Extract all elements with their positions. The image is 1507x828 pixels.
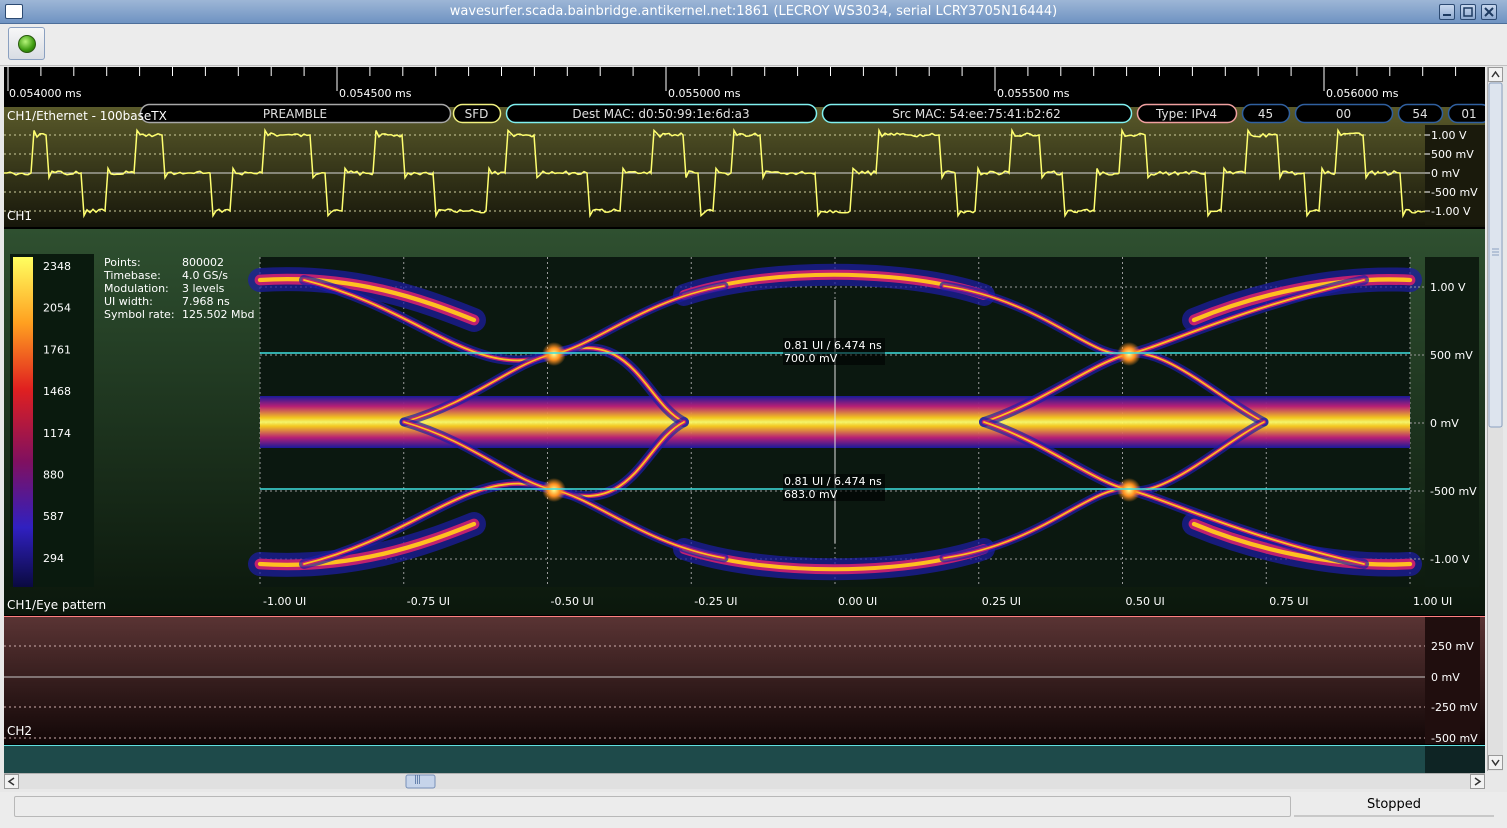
ch1-axis-label: 0 mV [1431, 167, 1460, 180]
eye-axis-label: 0 mV [1430, 417, 1459, 430]
color-scale-label: 1761 [43, 343, 71, 356]
protocol-field-label: PREAMBLE [263, 107, 327, 121]
ch1-axis-label: 1.00 V [1431, 129, 1467, 142]
eye-crossing-hotspot [1117, 342, 1141, 366]
eye-channel-label[interactable]: CH1/Eye pattern [7, 598, 106, 612]
protocol-field-label: Src MAC: 54:ee:75:41:b2:62 [892, 107, 1061, 121]
vertical-scroll-thumb[interactable] [1488, 82, 1503, 428]
ch2-axis-label: 250 mV [1431, 640, 1474, 653]
ch2-channel-label[interactable]: CH2 [7, 724, 32, 738]
eye-x-axis-label: -0.25 UI [694, 595, 737, 608]
timeline-ruler[interactable]: 0.054000 ms 0.054500 ms 0.055000 ms 0.05550… [4, 67, 1485, 105]
eye-info-key: Timebase: [103, 269, 161, 282]
minimize-icon[interactable] [1439, 4, 1455, 20]
eye-info-value: 800002 [182, 256, 224, 269]
ch3-strip [4, 745, 1485, 773]
eye-crossing-hotspot [542, 478, 566, 502]
color-scale-label: 587 [43, 510, 64, 523]
ruler-time-label: 0.055500 ms [997, 87, 1070, 100]
horizontal-scrollbar[interactable]: ||| [4, 773, 1485, 789]
eye-measurement-width: 0.81 UI / 6.474 ns [784, 475, 882, 488]
ruler-background [4, 67, 1485, 105]
ch1-axis-label: -500 mV [1431, 186, 1478, 199]
eye-x-axis-label: 0.25 UI [982, 595, 1021, 608]
window-title: wavesurfer.scada.bainbridge.antikernel.n… [449, 4, 1058, 19]
eye-info-value: 3 levels [182, 282, 225, 295]
status-message-area [14, 796, 1291, 817]
title-bar: wavesurfer.scada.bainbridge.antikernel.n… [0, 0, 1507, 24]
vertical-scrollbar[interactable] [1487, 67, 1503, 771]
eye-info-key: Modulation: [104, 282, 169, 295]
eye-crossing-hotspot [542, 342, 566, 366]
ruler-time-label: 0.056000 ms [1326, 87, 1399, 100]
eye-x-axis-label: 0.00 UI [838, 595, 877, 608]
eye-axis-label: 1.00 V [1430, 281, 1466, 294]
protocol-field-label: 45 [1258, 107, 1273, 121]
run-button[interactable] [8, 27, 45, 60]
eye-x-axis-label: -0.75 UI [407, 595, 450, 608]
eye-axis-label: -500 mV [1430, 485, 1477, 498]
scroll-right-icon[interactable] [1470, 774, 1485, 789]
eye-measurement-height: 683.0 mV [784, 488, 838, 501]
eye-info-value: 125.502 Mbd [182, 308, 254, 321]
ruler-time-label: 0.055000 ms [668, 87, 741, 100]
horizontal-scroll-thumb[interactable] [405, 774, 436, 789]
eye-x-axis-label: 0.75 UI [1269, 595, 1308, 608]
eye-info-key: Points: [104, 256, 141, 269]
ch2-axis-label: -500 mV [1431, 732, 1478, 745]
eye-info-value: 4.0 GS/s [182, 269, 228, 282]
eye-x-axis-label: 0.50 UI [1126, 595, 1165, 608]
ruler-time-label: 0.054000 ms [9, 87, 82, 100]
protocol-field-label: Dest MAC: d0:50:99:1e:6d:a3 [572, 107, 749, 121]
eye-info-value: 7.968 ns [182, 295, 230, 308]
ruler-time-label: 0.054500 ms [339, 87, 412, 100]
maximize-icon[interactable] [1460, 4, 1476, 20]
protocol-field-label: 00 [1336, 107, 1351, 121]
protocol-decode-row: PREAMBLE SFD Dest MAC: d0:50:99:1e:6d:a3 Sr… [139, 103, 1485, 124]
eye-x-axis: -1.00 UI -0.75 UI -0.50 UI -0.25 UI 0.00 UI 0… [263, 595, 1452, 608]
eye-axis-label: 500 mV [1430, 349, 1473, 362]
protocol-field-label: 01 [1461, 107, 1476, 121]
protocol-field-label: 54 [1412, 107, 1427, 121]
eye-measurement-height: 700.0 mV [784, 352, 838, 365]
eye-axis-label: -1.00 V [1430, 553, 1470, 566]
color-scale-label: 880 [43, 469, 64, 482]
eye-info-key: UI width: [104, 295, 153, 308]
protocol-field-label: SFD [465, 107, 489, 121]
color-scale-label: 2054 [43, 302, 71, 315]
eye-x-axis-label: 1.00 UI [1413, 595, 1452, 608]
ch1-channel-label[interactable]: CH1 [7, 209, 32, 223]
acquisition-status: Stopped [1294, 795, 1494, 817]
scroll-thumb-grip: ||| [414, 775, 421, 785]
eye-crossing-hotspot [1117, 478, 1141, 502]
eye-color-bar [13, 257, 33, 587]
green-led-icon [18, 35, 36, 53]
ch2-background [4, 616, 1485, 744]
scroll-down-icon[interactable] [1488, 755, 1503, 770]
ch3-axis-box [1425, 746, 1485, 773]
ch1-decode-label[interactable]: CH1/Ethernet - 100baseTX [7, 109, 167, 123]
protocol-field-label: Type: IPv4 [1155, 107, 1217, 121]
eye-x-axis-label: -0.50 UI [551, 595, 594, 608]
ch2-y-axis[interactable]: 250 mV 0 mV -250 mV -500 mV [1425, 617, 1480, 745]
status-bar: Stopped [0, 792, 1507, 828]
ch1-axis-label: -1.00 V [1431, 205, 1471, 218]
color-scale-label: 294 [43, 552, 64, 565]
eye-info-key: Symbol rate: [104, 308, 175, 321]
ch1-y-axis[interactable]: 1.00 V 500 mV 0 mV -500 mV -1.00 V [1425, 125, 1485, 225]
ch2-axis-label: 0 mV [1431, 671, 1460, 684]
color-scale-label: 2348 [43, 260, 71, 273]
scroll-up-icon[interactable] [1488, 67, 1503, 82]
scroll-left-icon[interactable] [4, 774, 19, 789]
eye-x-axis-label: -1.00 UI [263, 595, 306, 608]
waveform-area[interactable]: 0.054000 ms 0.054500 ms 0.055000 ms 0.05550… [4, 67, 1485, 773]
ch1-axis-label: 500 mV [1431, 148, 1474, 161]
color-scale-label: 1468 [43, 385, 71, 398]
color-scale-label: 1174 [43, 427, 71, 440]
ch2-axis-label: -250 mV [1431, 701, 1478, 714]
toolbar [0, 24, 1507, 66]
close-icon[interactable] [1481, 4, 1497, 20]
eye-measurement-width: 0.81 UI / 6.474 ns [784, 339, 882, 352]
